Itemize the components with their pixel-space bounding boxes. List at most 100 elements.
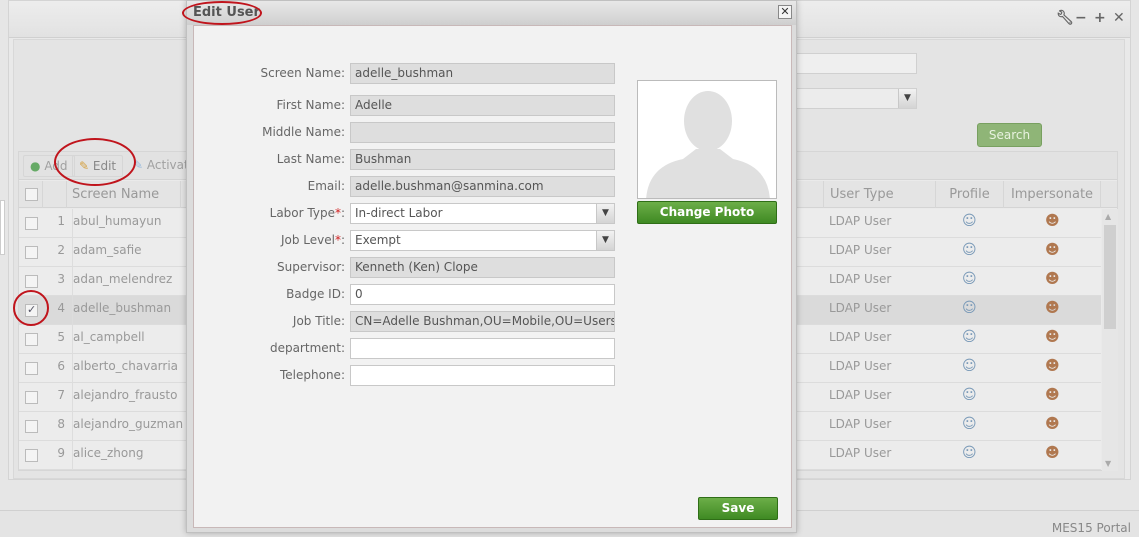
row-number: 5 (57, 330, 65, 344)
col-impersonate[interactable]: Impersonate (1004, 181, 1101, 208)
row-checkbox[interactable] (25, 217, 38, 230)
footer-label: MES15 Portal (1051, 521, 1131, 535)
impersonate-icon[interactable]: ☻ (1045, 412, 1060, 441)
chevron-down-icon: ▼ (898, 89, 916, 108)
profile-icon[interactable]: ☺ (962, 296, 977, 325)
field-label: Labor Type*: (269, 206, 345, 220)
select-all-checkbox[interactable] (25, 188, 38, 201)
search-select[interactable]: ▼ (790, 88, 917, 109)
profile-icon[interactable]: ☺ (962, 267, 977, 296)
row-screen-name: adan_melendrez (72, 267, 182, 296)
impersonate-icon[interactable]: ☻ (1045, 267, 1060, 296)
row-checkbox[interactable] (25, 391, 38, 404)
input-middlename (350, 122, 615, 143)
row-checkbox[interactable] (25, 333, 38, 346)
field-label: Screen Name: (260, 66, 345, 80)
profile-icon[interactable]: ☺ (962, 383, 977, 412)
field-label: Job Title: (292, 314, 345, 328)
input-screenname: adelle_bushman (350, 63, 615, 84)
impersonate-icon[interactable]: ☻ (1045, 383, 1060, 412)
input-telephone[interactable] (350, 365, 615, 386)
required-marker: * (334, 233, 341, 247)
search-text-input[interactable] (790, 53, 917, 74)
field-label: Email: (307, 179, 345, 193)
row-user-type: LDAP User (829, 359, 892, 373)
minimize-icon[interactable]: − (1075, 10, 1087, 26)
col-profile[interactable]: Profile (936, 181, 1004, 208)
change-photo-button[interactable]: Change Photo (637, 201, 777, 224)
profile-icon[interactable]: ☺ (962, 441, 977, 470)
profile-icon[interactable]: ☺ (962, 354, 977, 383)
input-badgeid[interactable]: 0 (350, 284, 615, 305)
annotation-circle-title (182, 1, 262, 25)
dialog-close-button[interactable]: ✕ (778, 5, 792, 19)
avatar-silhouette-icon (646, 91, 770, 198)
add-icon: ● (30, 159, 41, 173)
row-number: 2 (57, 243, 65, 257)
field-label: Badge ID: (286, 287, 345, 301)
profile-icon[interactable]: ☺ (962, 325, 977, 354)
row-screen-name: alberto_chavarria (72, 354, 182, 383)
field-label: First Name: (276, 98, 345, 112)
search-button[interactable]: Search (977, 123, 1042, 147)
field-label: department: (269, 341, 345, 355)
col-user-type[interactable]: User Type (823, 181, 936, 208)
row-user-type: LDAP User (829, 301, 892, 315)
row-user-type: LDAP User (829, 417, 892, 431)
row-user-type: LDAP User (829, 388, 892, 402)
row-checkbox[interactable] (25, 449, 38, 462)
row-number: 3 (57, 272, 65, 286)
impersonate-icon[interactable]: ☻ (1045, 354, 1060, 383)
row-number: 1 (57, 214, 65, 228)
grid-scrollbar[interactable]: ▲ ▼ (1102, 209, 1118, 471)
row-screen-name: adelle_bushman (72, 296, 182, 325)
row-checkbox[interactable] (25, 246, 38, 259)
impersonate-icon[interactable]: ☻ (1045, 209, 1060, 238)
row-checkbox[interactable] (25, 362, 38, 375)
dialog-body: Screen Name: adelle_bushman First Name: Ade… (193, 25, 792, 528)
field-label: Telephone: (280, 368, 345, 382)
row-user-type: LDAP User (829, 272, 892, 286)
dialog-titlebar[interactable] (187, 1, 796, 25)
profile-icon[interactable]: ☺ (962, 238, 977, 267)
field-label: Last Name: (276, 152, 345, 166)
impersonate-icon[interactable]: ☻ (1045, 238, 1060, 267)
chevron-down-icon[interactable]: ▼ (596, 204, 614, 223)
row-screen-name: al_campbell (72, 325, 182, 354)
maximize-icon[interactable]: + (1094, 10, 1106, 26)
close-icon[interactable]: ✕ (1113, 10, 1125, 26)
select-labortype[interactable]: In-direct Labor ▼ (350, 203, 615, 224)
row-checkbox[interactable] (25, 420, 38, 433)
side-tab[interactable] (0, 200, 5, 255)
scroll-thumb[interactable] (1104, 225, 1116, 329)
input-email: adelle.bushman@sanmina.com (350, 176, 615, 197)
save-button[interactable]: Save (698, 497, 778, 520)
edit-user-dialog: Edit User ✕ Screen Name: adelle_bushman Fi… (186, 0, 797, 533)
close-icon: ✕ (780, 5, 790, 18)
profile-icon[interactable]: ☺ (962, 412, 977, 441)
profile-icon[interactable]: ☺ (962, 209, 977, 238)
scroll-up-icon[interactable]: ▲ (1105, 212, 1111, 221)
wrench-icon[interactable]: 🔧︎ (1056, 10, 1074, 26)
impersonate-icon[interactable]: ☻ (1045, 296, 1060, 325)
field-label: Job Level*: (280, 233, 345, 247)
chevron-down-icon[interactable]: ▼ (596, 231, 614, 250)
row-screen-name: alice_zhong (72, 441, 182, 470)
row-checkbox[interactable] (25, 275, 38, 288)
impersonate-icon[interactable]: ☻ (1045, 441, 1060, 470)
required-marker: * (334, 206, 341, 220)
field-label: Supervisor: (277, 260, 345, 274)
row-screen-name: adam_safie (72, 238, 182, 267)
row-screen-name: alejandro_guzman (72, 412, 183, 441)
input-firstname: Adelle (350, 95, 615, 116)
select-joblevel[interactable]: Exempt ▼ (350, 230, 615, 251)
input-department[interactable] (350, 338, 615, 359)
row-number: 9 (57, 446, 65, 460)
impersonate-icon[interactable]: ☻ (1045, 325, 1060, 354)
row-number: 6 (57, 359, 65, 373)
row-user-type: LDAP User (829, 243, 892, 257)
row-number: 7 (57, 388, 65, 402)
scroll-down-icon[interactable]: ▼ (1105, 459, 1111, 468)
input-lastname: Bushman (350, 149, 615, 170)
annotation-circle-checkbox (13, 290, 49, 326)
